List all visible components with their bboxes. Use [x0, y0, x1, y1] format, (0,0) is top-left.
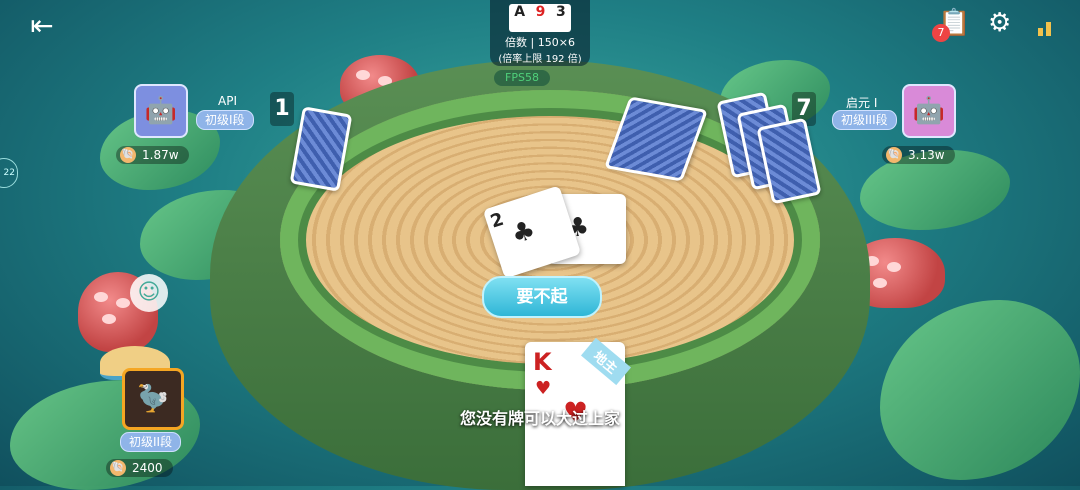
multiplier-label: 倍数 |: [505, 36, 535, 49]
heart-icon: ♥: [535, 378, 552, 399]
multiplier-panel: A 9 3 倍数 | 150×6 (倍率上限 192 倍): [490, 0, 590, 66]
bottom-card: 3: [555, 4, 566, 20]
landlord-tag: 地主: [580, 337, 632, 386]
rank-badge-right: 初级III段: [832, 110, 897, 130]
multiplier-row: 倍数 | 150×6: [490, 34, 590, 50]
player-name-left: API: [218, 94, 237, 108]
exit-button[interactable]: ⇤: [24, 10, 60, 42]
chat-button[interactable]: ☺: [130, 274, 168, 312]
foliage-leaf: [880, 300, 1080, 480]
rank-badge-self: 初级II段: [120, 432, 182, 452]
shell-coin-icon: 🐚: [110, 460, 126, 476]
avatar-left-player[interactable]: 🤖: [134, 84, 188, 138]
cards-left-count-left: 1: [270, 92, 294, 126]
avatar-self[interactable]: 🦤: [122, 368, 184, 430]
signal-icon: [1038, 20, 1052, 36]
rank-badge-left: 初级I段: [196, 110, 254, 130]
landlord-bottom-cards: A 9 3: [509, 4, 571, 32]
hand-card-rank: K: [533, 348, 552, 376]
multiplier-cap: (倍率上限 192 倍): [498, 54, 582, 65]
coins-value-self: 2400: [132, 461, 163, 475]
coins-left: 🐚 1.87w: [116, 146, 189, 164]
gear-icon[interactable]: ⚙: [988, 8, 1011, 38]
pass-button[interactable]: 要不起: [482, 276, 602, 318]
hint-text: 您没有牌可以大过上家: [459, 409, 620, 428]
side-tab[interactable]: 22: [0, 158, 18, 188]
task-badge: 7: [932, 24, 950, 42]
avatar-right-player[interactable]: 🤖: [902, 84, 956, 138]
fps-counter: FPS58: [494, 70, 550, 86]
player-name-right: 启元 I: [846, 96, 878, 110]
bottom-card: A: [514, 4, 526, 20]
coins-self: 🐚 2400: [106, 459, 173, 477]
shell-coin-icon: 🐚: [886, 147, 902, 163]
shell-coin-icon: 🐚: [120, 147, 136, 163]
coins-value-right: 3.13w: [908, 148, 945, 162]
multiplier-value: 150×6: [537, 36, 575, 49]
coins-right: 🐚 3.13w: [882, 146, 955, 164]
bottom-card: 9: [535, 4, 546, 20]
coins-value-left: 1.87w: [142, 148, 179, 162]
